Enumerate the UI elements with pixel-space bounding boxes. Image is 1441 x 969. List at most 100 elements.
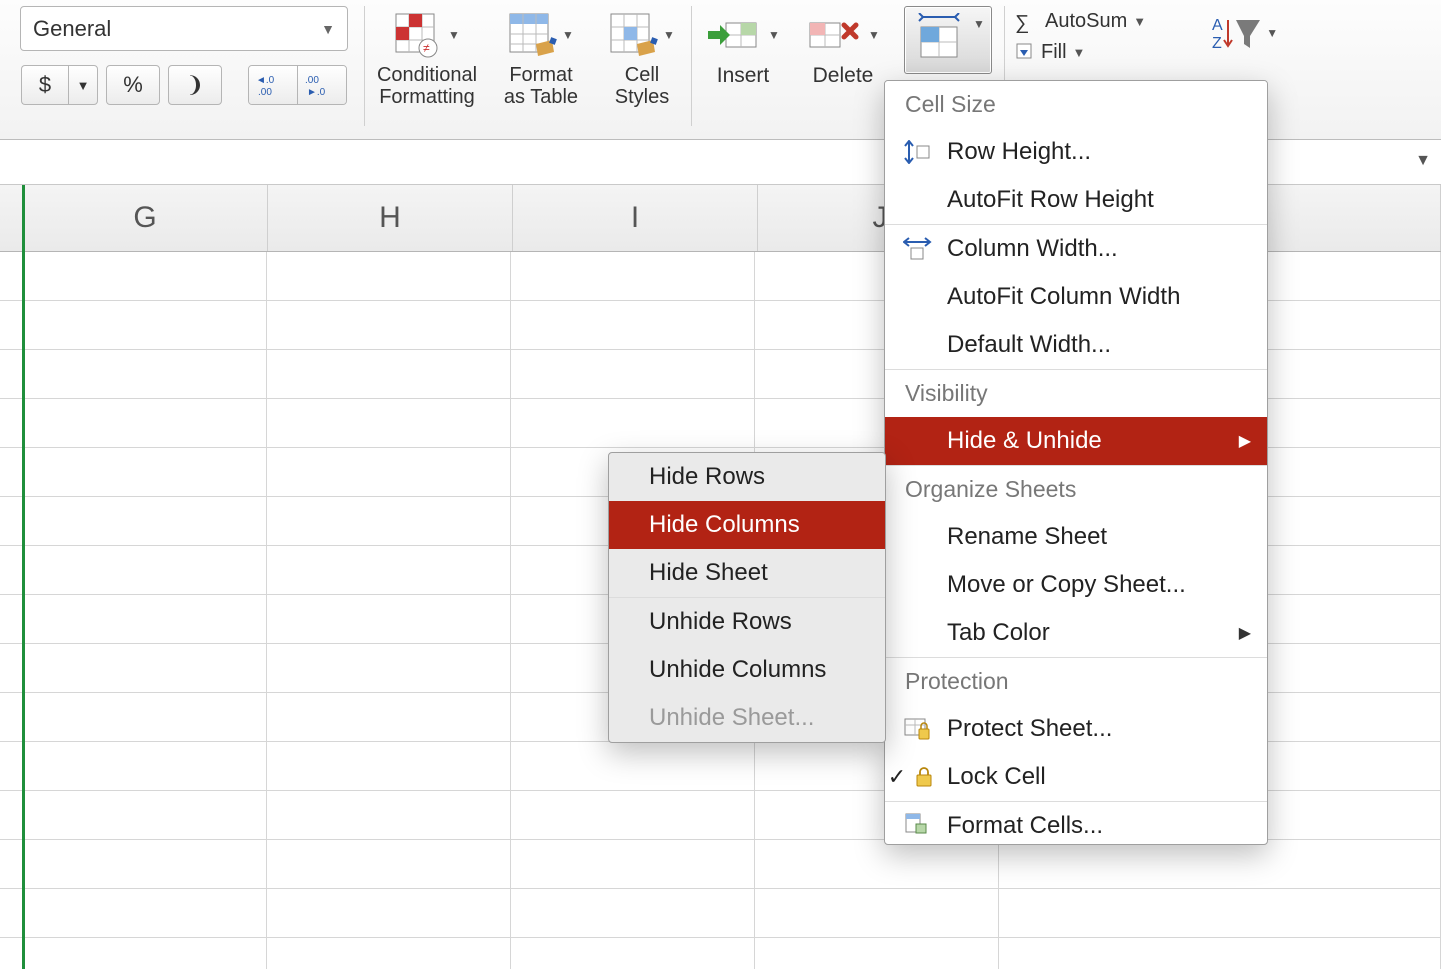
cell[interactable] [23,301,267,350]
menu-move-copy-sheet[interactable]: Move or Copy Sheet... [885,561,1267,609]
cell[interactable] [267,546,511,595]
menu-tab-color[interactable]: Tab Color [885,609,1267,657]
cell[interactable] [0,693,23,742]
cell[interactable] [267,791,511,840]
menu-rename-sheet[interactable]: Rename Sheet [885,513,1267,561]
cell[interactable] [267,693,511,742]
cell[interactable] [0,840,23,889]
cell[interactable] [0,791,23,840]
cell[interactable] [267,644,511,693]
cell[interactable] [267,399,511,448]
cell[interactable] [755,840,999,889]
cell[interactable] [755,938,999,969]
cell[interactable] [511,840,755,889]
cell[interactable] [23,693,267,742]
cell[interactable] [755,889,999,938]
col-header[interactable]: G [23,185,268,251]
cell[interactable] [23,350,267,399]
menu-autofit-row[interactable]: AutoFit Row Height [885,176,1267,224]
cell[interactable] [267,840,511,889]
menu-unhide-rows[interactable]: Unhide Rows [609,598,885,646]
cell[interactable] [267,938,511,969]
menu-unhide-sheet[interactable]: Unhide Sheet... [609,694,885,742]
comma-button[interactable]: ❩ [168,65,222,105]
cell[interactable] [0,252,23,301]
cell[interactable] [0,546,23,595]
cell[interactable] [511,791,755,840]
cell[interactable] [0,350,23,399]
cell[interactable] [0,497,23,546]
menu-row-height[interactable]: Row Height... [885,128,1267,176]
format-cells-button[interactable]: ▼ [900,6,996,88]
cell[interactable] [511,350,755,399]
cell[interactable] [511,742,755,791]
col-header[interactable]: I [513,185,758,251]
menu-default-width[interactable]: Default Width... [885,321,1267,369]
cell[interactable] [999,938,1441,969]
cell[interactable] [267,448,511,497]
cell[interactable] [267,497,511,546]
menu-hide-rows[interactable]: Hide Rows [609,453,885,501]
cell[interactable] [23,252,267,301]
cell[interactable] [23,742,267,791]
cell[interactable] [23,791,267,840]
cell[interactable] [267,350,511,399]
cell[interactable] [23,938,267,969]
menu-hide-unhide[interactable]: Hide & Unhide [885,417,1267,465]
increase-decimal-button[interactable]: ◄.0.00 [249,66,297,104]
cell[interactable] [999,840,1441,889]
cell[interactable] [0,399,23,448]
cell[interactable] [0,742,23,791]
cell[interactable] [23,595,267,644]
cell[interactable] [0,595,23,644]
cell-styles-button[interactable]: ▼ CellStyles [601,6,683,108]
menu-unhide-columns[interactable]: Unhide Columns [609,646,885,694]
cell[interactable] [23,840,267,889]
cell[interactable] [511,252,755,301]
menu-format-cells[interactable]: Format Cells... [885,802,1267,844]
number-format-select[interactable]: General ▼ [20,6,348,51]
cell[interactable] [267,595,511,644]
cell[interactable] [23,644,267,693]
menu-protect-sheet[interactable]: Protect Sheet... [885,705,1267,753]
cell[interactable] [267,252,511,301]
delete-cells-button[interactable]: ▼ Delete [800,6,886,88]
chevron-down-icon[interactable]: ▼ [1415,152,1431,170]
menu-column-width[interactable]: Column Width... [885,225,1267,273]
cell[interactable] [23,448,267,497]
cell[interactable] [0,938,23,969]
menu-autofit-column[interactable]: AutoFit Column Width [885,273,1267,321]
cell[interactable] [267,742,511,791]
cell[interactable] [0,889,23,938]
cell[interactable] [999,889,1441,938]
row-height-icon [903,140,931,164]
cell[interactable] [23,497,267,546]
cell[interactable] [267,889,511,938]
currency-dropdown[interactable]: ▼ [68,65,98,105]
cell[interactable] [23,399,267,448]
cell[interactable] [511,301,755,350]
decrease-decimal-button[interactable]: .00►.0 [297,66,346,104]
col-header[interactable]: H [268,185,513,251]
cell[interactable] [0,301,23,350]
cell[interactable] [511,889,755,938]
svg-text:.00: .00 [258,87,272,97]
cell[interactable] [511,399,755,448]
cell[interactable] [511,938,755,969]
menu-hide-sheet[interactable]: Hide Sheet [609,549,885,597]
cell[interactable] [23,546,267,595]
cell[interactable] [0,448,23,497]
insert-cells-button[interactable]: ▼ Insert [700,6,786,88]
percent-button[interactable]: % [106,65,160,105]
fill-button[interactable]: Fill ▼ [1013,41,1146,64]
conditional-formatting-button[interactable]: ≠ ▼ ConditionalFormatting [373,6,481,108]
cell[interactable] [23,889,267,938]
currency-button[interactable]: $ [21,65,68,105]
sort-filter-button[interactable]: A Z ▼ [1206,12,1284,54]
format-as-table-button[interactable]: ▼ Formatas Table [487,6,595,108]
cell[interactable] [267,301,511,350]
menu-lock-cell[interactable]: ✓ Lock Cell [885,753,1267,801]
autosum-button[interactable]: ∑ AutoSum ▼ [1013,10,1146,33]
menu-hide-columns[interactable]: Hide Columns [609,501,885,549]
cell[interactable] [0,644,23,693]
